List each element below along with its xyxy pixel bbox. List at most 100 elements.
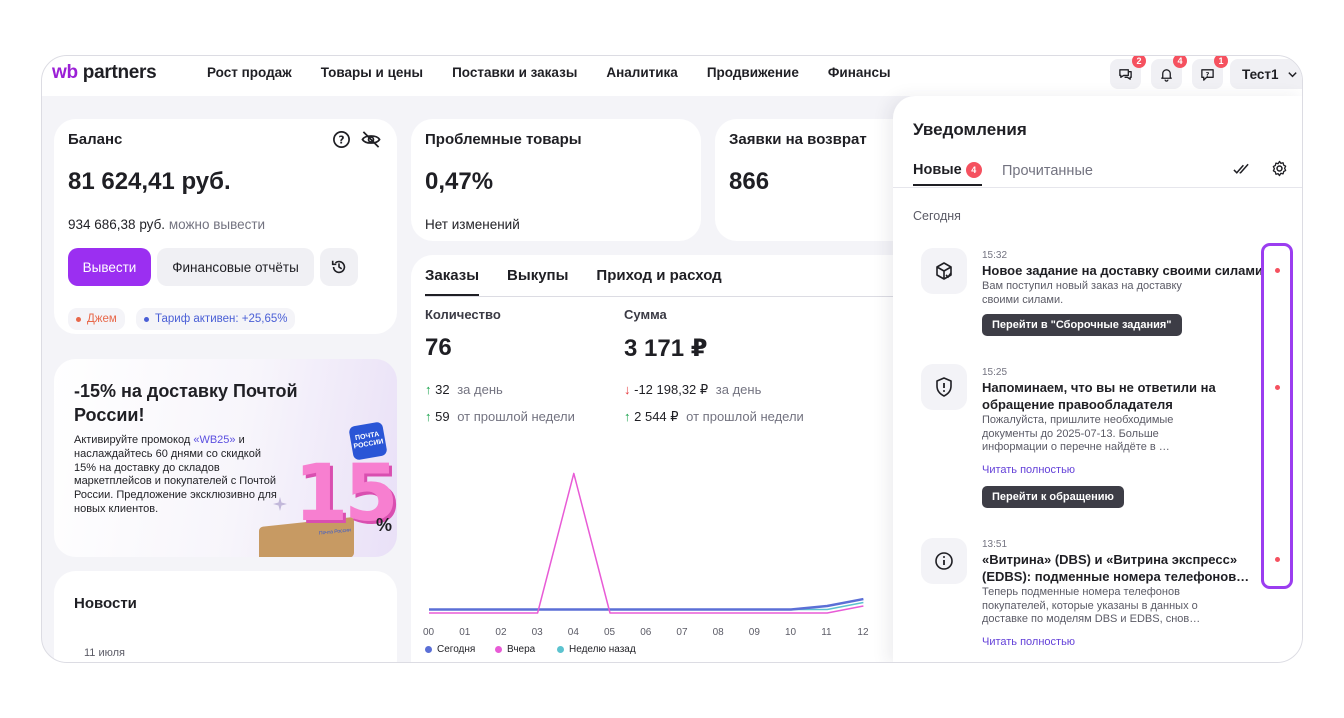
read-more-link[interactable]: Читать полностью [982,636,1075,648]
user-name: Тест1 [1242,66,1279,82]
jam-badge[interactable]: Джем [68,308,125,330]
eye-off-icon[interactable] [360,130,382,149]
user-menu[interactable]: Тест1 [1230,59,1302,89]
x-tick-label: 02 [495,627,507,638]
promo-text-before: Активируйте промокод [74,434,194,446]
nav-item-supplies-orders[interactable]: Поставки и заказы [452,65,577,80]
help-icon[interactable]: ? [332,130,351,149]
legend-item[interactable]: Вчера [495,644,535,655]
quantity-label: Количество [425,307,501,322]
gear-icon[interactable] [1271,160,1288,177]
mark-all-read-icon[interactable] [1233,162,1250,176]
chat-badge: 2 [1132,56,1146,68]
news-title: Новости [74,595,137,612]
chat-icon [1119,68,1132,80]
x-tick-label: 06 [640,627,652,638]
financial-reports-button[interactable]: Финансовые отчёты [157,248,314,286]
svg-text:?: ? [338,134,344,146]
notification-time: 15:32 [982,250,1008,261]
quantity-value: 76 [425,334,452,361]
sparkle-icon [273,497,287,511]
notification-icon-box [921,364,967,410]
shield-alert-icon [936,377,952,397]
nav-item-analytics[interactable]: Аналитика [606,65,677,80]
notification-title[interactable]: Новое задание на доставку своими силами [982,262,1272,279]
problem-goods-note: Нет изменений [425,217,520,232]
notification-body: Вам поступил новый заказ на доставку сво… [982,280,1182,306]
news-date: 11 июля [84,647,126,659]
main-nav: Рост продаж Товары и цены Поставки и зак… [207,65,891,80]
x-tick-label: 05 [604,627,616,638]
tab-buyouts[interactable]: Выкупы [507,267,568,296]
notifications-title: Уведомления [913,120,1027,139]
legend-dot [495,646,502,653]
returns-title: Заявки на возврат [729,131,867,148]
x-tick-label: 07 [676,627,688,638]
nav-item-sales-growth[interactable]: Рост продаж [207,65,292,80]
quantity-week-label: от прошлой недели [457,409,575,424]
legend-item[interactable]: Неделю назад [557,644,636,655]
balance-card: Баланс ? 81 624,41 руб. 934 686,38 руб. … [54,119,397,334]
support-icon: ? [1201,68,1214,81]
withdraw-button[interactable]: Вывести [68,248,151,286]
logo-partners: partners [77,62,157,83]
go-to-appeal-button[interactable]: Перейти к обращению [982,486,1124,508]
x-tick-label: 03 [531,627,543,638]
tab-new[interactable]: Новые 4 [913,162,982,186]
unread-indicators-highlight [1261,243,1293,589]
tab-orders[interactable]: Заказы [425,267,480,296]
chat-button[interactable]: 2 [1110,56,1146,89]
orders-chart[interactable] [425,446,895,621]
jam-dot [76,316,81,322]
nav-item-promotion[interactable]: Продвижение [707,65,799,80]
balance-amount: 81 624,41 руб. [68,168,231,195]
sum-week-label: от прошлой недели [686,409,804,424]
notification-title[interactable]: «Витрина» (DBS) и «Витрина экспресс» (ED… [982,551,1257,585]
sum-week: ↑ 2 544 ₽ от прошлой недели [624,409,804,425]
tariff-badge[interactable]: Тариф активен: +25,65% [136,308,296,330]
notifications-button[interactable]: 4 [1151,56,1187,89]
notification-body: Теперь подменные номера телефонов покупа… [982,586,1201,625]
top-bar: wb partners Рост продаж Товары и цены По… [42,56,1302,96]
sum-value: 3 171 ₽ [624,335,708,362]
promo-banner[interactable]: -15% на доставку Почтой России! Активиру… [54,359,397,557]
tabs-divider [425,296,895,297]
orders-tabs: Заказы Выкупы Приход и расход [425,267,722,296]
tab-income-expense[interactable]: Приход и расход [596,267,721,296]
x-tick-label: 04 [567,627,579,638]
tab-new-count: 4 [965,162,982,178]
returns-value: 866 [729,168,770,195]
problem-goods-value: 0,47% [425,168,494,195]
go-to-assembly-tasks-button[interactable]: Перейти в "Сборочные задания" [982,314,1182,336]
header-icons: 2 4 ? 1 [1110,56,1228,89]
jam-label: Джем [87,313,117,325]
history-icon [331,260,346,274]
x-tick-label: 09 [748,627,760,638]
sum-week-value: 2 544 ₽ [634,409,679,424]
nav-item-goods-prices[interactable]: Товары и цены [321,65,423,80]
notification-time: 15:25 [982,367,1008,378]
legend-item[interactable]: Сегодня [425,644,475,655]
notification-title[interactable]: Напоминаем, что вы не ответили на обраще… [982,379,1242,413]
nav-item-finance[interactable]: Финансы [828,65,891,80]
x-tick-label: 10 [785,627,797,638]
problem-goods-title: Проблемные товары [425,131,582,148]
package-icon [936,262,952,280]
history-button[interactable] [320,248,358,286]
tariff-dot [144,316,149,322]
notification-body: Пожалуйста, пришлите необходимые докумен… [982,414,1174,453]
x-tick-label: 08 [712,627,724,638]
read-more-link[interactable]: Читать полностью [982,464,1075,476]
arrow-up-icon: ↑ [624,409,631,424]
x-tick-label: 01 [459,627,471,638]
support-button[interactable]: ? 1 [1192,56,1228,89]
series-line-1 [429,472,864,614]
problem-goods-card[interactable]: Проблемные товары 0,47% Нет изменений [411,119,701,241]
app-frame: wb partners Рост продаж Товары и цены По… [41,55,1303,663]
logo[interactable]: wb partners [52,62,157,84]
section-today: Сегодня [913,209,961,223]
withdrawable-value: 934 686,38 руб. [68,217,166,232]
info-icon [935,552,953,570]
tab-read[interactable]: Прочитанные [1002,163,1093,179]
notifications-badge: 4 [1173,56,1187,68]
